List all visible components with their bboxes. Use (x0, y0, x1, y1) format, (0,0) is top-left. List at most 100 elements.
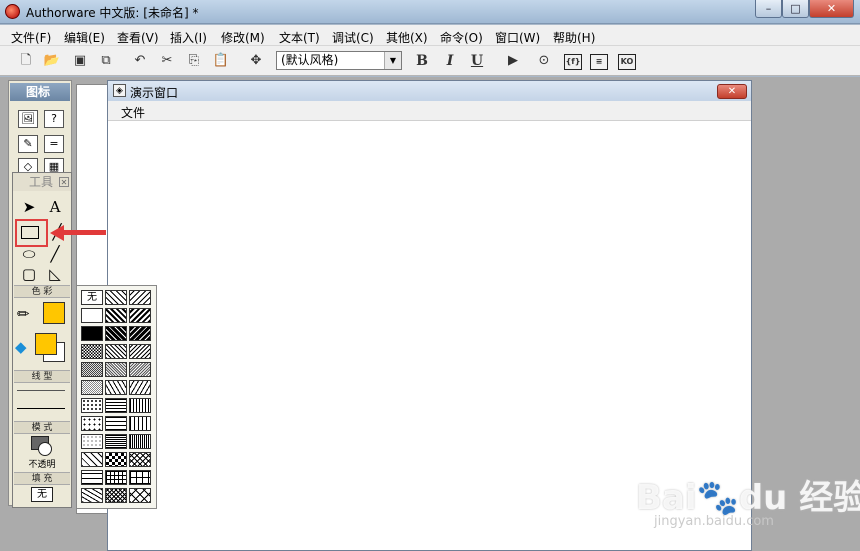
app-icon (5, 4, 20, 19)
presentation-menu-file[interactable]: 文件 (121, 104, 145, 121)
pattern-swatch[interactable] (105, 326, 127, 341)
pattern-swatch[interactable] (81, 308, 103, 323)
line-medium[interactable] (17, 408, 65, 409)
pattern-swatch[interactable] (129, 344, 151, 359)
copy-icon[interactable]: ⎘ (184, 51, 204, 71)
pattern-swatch[interactable] (81, 362, 103, 377)
pattern-swatch[interactable] (129, 470, 151, 485)
interaction-icon[interactable]: ? (44, 110, 64, 128)
pattern-swatch[interactable] (81, 398, 103, 413)
close-icon[interactable]: ✕ (59, 177, 69, 187)
pattern-swatch[interactable] (105, 380, 127, 395)
pattern-swatch[interactable] (129, 326, 151, 341)
menu-text[interactable]: 文本(T) (279, 29, 320, 46)
icon-palette-title[interactable]: 图标 (10, 83, 70, 101)
pattern-swatch[interactable] (81, 344, 103, 359)
run-icon[interactable]: ▶ (503, 51, 523, 71)
pattern-swatch[interactable] (81, 488, 103, 503)
control-panel-icon[interactable]: ⊙ (534, 51, 554, 71)
pattern-swatch[interactable] (81, 470, 103, 485)
italic-button[interactable]: I (440, 51, 460, 71)
pattern-swatch[interactable] (105, 470, 127, 485)
presentation-title-bar[interactable] (108, 81, 751, 101)
line-thin[interactable] (17, 390, 65, 391)
menu-other[interactable]: 其他(X) (386, 29, 428, 46)
pattern-swatch[interactable] (81, 416, 103, 431)
pattern-swatch[interactable] (105, 308, 127, 323)
pattern-swatch[interactable] (105, 416, 127, 431)
wait-icon[interactable]: = (44, 135, 64, 153)
pattern-swatch[interactable] (129, 380, 151, 395)
pencil-text-color-icon[interactable]: ✏ (17, 305, 30, 323)
polygon-tool-icon[interactable]: ◺ (44, 264, 66, 284)
pattern-swatch[interactable] (105, 344, 127, 359)
window-title: Authorware 中文版: [未命名] * (26, 6, 199, 20)
pattern-swatch[interactable] (81, 452, 103, 467)
bold-button[interactable]: B (412, 51, 432, 71)
diagonal-line-tool-icon[interactable]: ╱ (44, 244, 66, 264)
calculation-icon[interactable]: ✎ (18, 135, 38, 153)
pattern-swatch[interactable] (129, 398, 151, 413)
cut-icon[interactable]: ✂ (157, 51, 177, 71)
pattern-swatch[interactable] (129, 452, 151, 467)
pattern-swatch[interactable] (129, 488, 151, 503)
display-icon[interactable]: 🖼 (18, 110, 38, 128)
pattern-swatch[interactable] (81, 434, 103, 449)
rounded-rectangle-tool-icon[interactable]: ▢ (18, 264, 40, 284)
function-window-icon[interactable]: {f} (564, 54, 582, 70)
pattern-swatch[interactable] (129, 416, 151, 431)
pattern-swatch[interactable] (105, 488, 127, 503)
variable-window-icon[interactable]: ≡ (590, 54, 608, 70)
pattern-swatch[interactable] (129, 308, 151, 323)
mode-section-label: 模 式 (14, 421, 70, 434)
menu-bar: 文件(F) 编辑(E) 查看(V) 插入(I) 修改(M) 文本(T) 调试(C… (0, 25, 860, 46)
pattern-swatch[interactable] (129, 434, 151, 449)
text-style-value: (默认风格) (281, 53, 339, 67)
pattern-swatch[interactable] (129, 290, 151, 305)
import-icon[interactable]: ⧉ (96, 51, 116, 71)
maximize-button[interactable]: □ (782, 0, 809, 18)
menu-insert[interactable]: 插入(I) (170, 29, 207, 46)
new-file-icon[interactable]: 🗋 (16, 51, 36, 71)
oval-tool-icon[interactable]: ⬭ (18, 244, 40, 264)
pattern-swatch[interactable] (81, 380, 103, 395)
close-button[interactable]: ✕ (809, 0, 854, 18)
pattern-swatch[interactable] (105, 452, 127, 467)
pattern-swatch[interactable] (105, 362, 127, 377)
paste-icon[interactable]: 📋 (211, 51, 231, 71)
open-folder-icon[interactable]: 📂 (42, 51, 62, 71)
pattern-swatch[interactable] (129, 362, 151, 377)
color-section-label: 色 彩 (14, 285, 70, 298)
minimize-button[interactable]: – (755, 0, 782, 18)
find-icon[interactable]: ✥ (246, 51, 266, 71)
menu-modify[interactable]: 修改(M) (221, 29, 265, 46)
pattern-none[interactable]: 无 (81, 290, 103, 305)
rectangle-tool-icon[interactable] (21, 226, 39, 239)
menu-debug[interactable]: 调试(C) (332, 29, 374, 46)
fill-color-swatch[interactable] (35, 333, 57, 355)
text-style-select[interactable]: (默认风格) ▼ (276, 51, 402, 70)
undo-icon[interactable]: ↶ (130, 51, 150, 71)
pattern-swatch[interactable] (105, 434, 127, 449)
presentation-menu-bar (108, 101, 751, 121)
knowledge-object-icon[interactable]: KO (618, 54, 636, 70)
menu-view[interactable]: 查看(V) (117, 29, 159, 46)
menu-edit[interactable]: 编辑(E) (64, 29, 105, 46)
pattern-swatch[interactable] (105, 398, 127, 413)
presentation-close-button[interactable]: ✕ (717, 84, 747, 99)
text-tool-icon[interactable]: A (44, 197, 66, 217)
chevron-down-icon[interactable]: ▼ (384, 52, 401, 69)
pattern-swatch[interactable] (105, 290, 127, 305)
menu-help[interactable]: 帮助(H) (553, 29, 595, 46)
menu-window[interactable]: 窗口(W) (495, 29, 540, 46)
menu-command[interactable]: 命令(O) (440, 29, 483, 46)
paint-bucket-icon[interactable]: ◆ (15, 338, 27, 356)
underline-button[interactable]: U (467, 51, 487, 71)
fill-value[interactable]: 无 (31, 487, 53, 502)
pattern-swatch[interactable] (81, 326, 103, 341)
save-all-icon[interactable]: ▣ (70, 51, 90, 71)
stroke-color-swatch[interactable] (43, 302, 65, 324)
mode-front-icon[interactable] (38, 442, 52, 456)
menu-file[interactable]: 文件(F) (11, 29, 51, 46)
pointer-tool-icon[interactable]: ➤ (18, 197, 40, 217)
